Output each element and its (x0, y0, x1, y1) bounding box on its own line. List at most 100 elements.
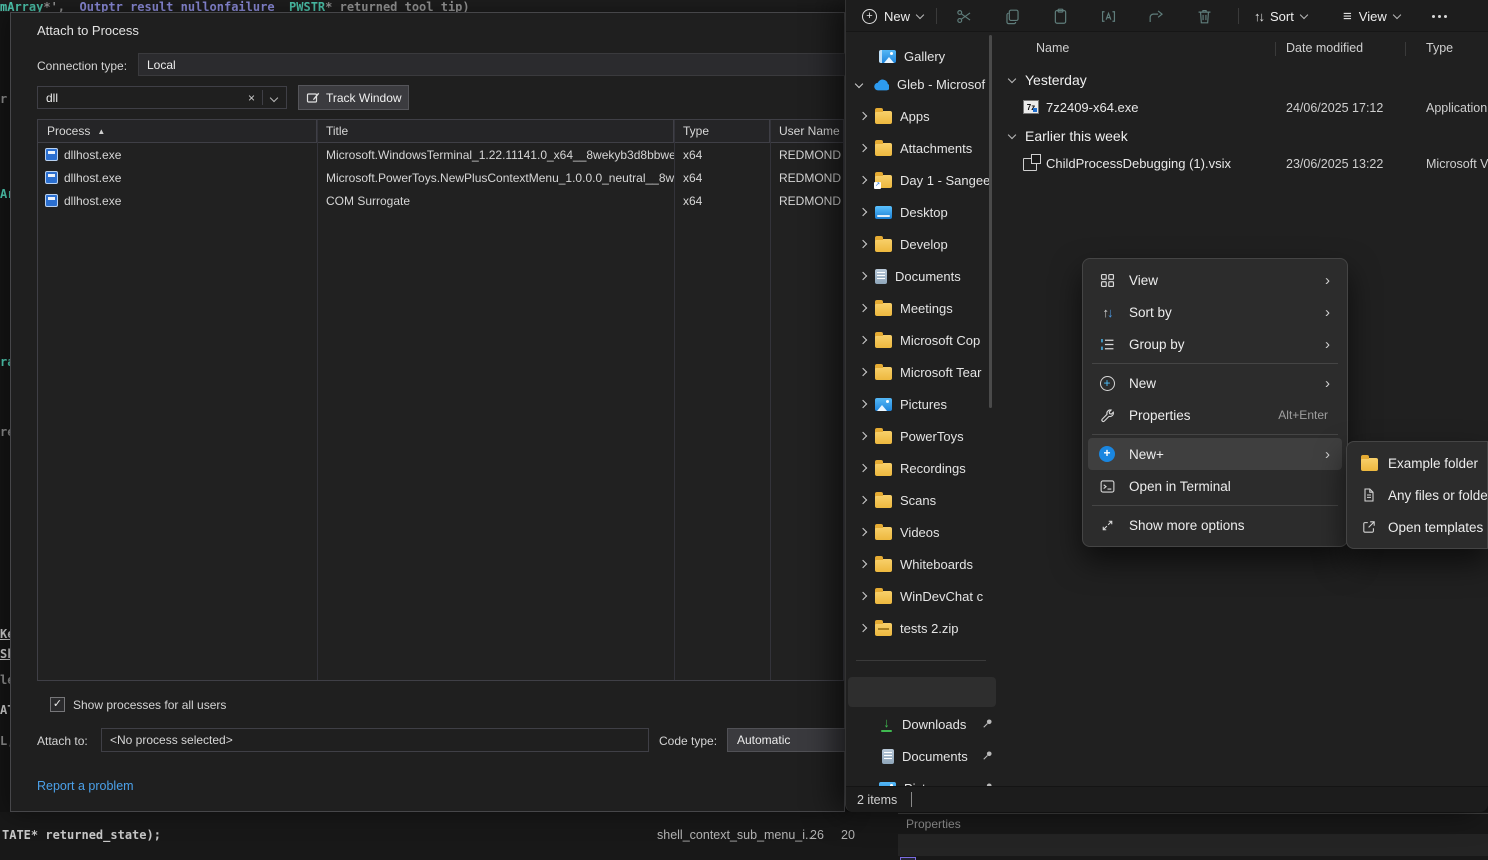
share-button[interactable] (1141, 4, 1171, 28)
chevron-right-icon[interactable] (859, 528, 867, 536)
process-filter-input[interactable]: dll × (37, 86, 287, 109)
column-header-user-name[interactable]: User Name (770, 120, 843, 142)
sidebar-item-label: Develop (900, 237, 948, 252)
show-all-users-checkbox[interactable]: ✓ (50, 697, 65, 712)
more-options-button[interactable] (1424, 3, 1455, 29)
sidebar-item-powertoys[interactable]: PowerToys (846, 420, 1003, 452)
chevron-down-icon[interactable] (855, 80, 863, 88)
chevron-right-icon[interactable] (859, 112, 867, 120)
report-a-problem-link[interactable]: Report a problem (37, 779, 134, 793)
chevron-right-icon: › (1325, 304, 1330, 321)
chevron-right-icon[interactable] (859, 336, 867, 344)
process-row[interactable]: dllhost.exe Microsoft.PowerToys.NewPlusC… (38, 166, 843, 189)
file-type: Application (1426, 101, 1487, 115)
cut-button[interactable] (949, 4, 979, 28)
chevron-right-icon[interactable] (859, 176, 867, 184)
sidebar-item-pictures[interactable]: Pictures (846, 388, 1003, 420)
chevron-right-icon[interactable] (859, 560, 867, 568)
column-header-type[interactable]: Type (674, 120, 770, 142)
group-header-earlier-this-week[interactable]: Earlier this week (1003, 124, 1488, 148)
chevron-right-icon[interactable] (859, 432, 867, 440)
sort-button[interactable]: ↑↓ Sort (1246, 3, 1315, 29)
sidebar-item-pinned-downloads[interactable]: ↓ Downloads (846, 708, 1003, 740)
menu-item-properties[interactable]: Properties Alt+Enter (1088, 399, 1342, 431)
sidebar-item-onedrive[interactable]: Gleb - Microsof (846, 68, 1003, 100)
process-row[interactable]: dllhost.exe COM Surrogate x64 REDMOND (38, 189, 843, 212)
sidebar-item-tests-zip[interactable]: tests 2.zip (846, 612, 1003, 644)
sidebar-item-windevchat[interactable]: WinDevChat c (846, 580, 1003, 612)
new-button[interactable]: + New (854, 3, 931, 29)
chevron-right-icon[interactable] (859, 496, 867, 504)
sidebar-item-whiteboards[interactable]: Whiteboards (846, 548, 1003, 580)
view-button[interactable]: ≡ View (1335, 3, 1408, 29)
sidebar-item-scans[interactable]: Scans (846, 484, 1003, 516)
sidebar-item-pinned-pictures[interactable]: Pictures (846, 772, 1003, 786)
sidebar-item-meetings[interactable]: Meetings (846, 292, 1003, 324)
sidebar-item-apps[interactable]: Apps (846, 100, 1003, 132)
menu-item-show-more-options[interactable]: Show more options (1088, 509, 1342, 541)
sidebar-item-microsoft-teams[interactable]: Microsoft Tear (846, 356, 1003, 388)
code-type-select[interactable]: Automatic (727, 728, 846, 752)
column-header-date-modified[interactable]: Date modified (1286, 41, 1363, 55)
sidebar-item-day1[interactable]: Day 1 - Sangee (846, 164, 1003, 196)
column-header-type[interactable]: Type (1426, 41, 1453, 55)
submenu-item-example-folder[interactable]: Example folder (1352, 447, 1482, 479)
sidebar-item-develop[interactable]: Develop (846, 228, 1003, 260)
folder-icon (875, 143, 892, 156)
terminal-icon (1098, 478, 1116, 495)
menu-item-open-in-terminal[interactable]: Open in Terminal (1088, 470, 1342, 502)
chevron-down-icon[interactable] (1008, 75, 1016, 83)
menu-item-view[interactable]: View › (1088, 264, 1342, 296)
chevron-down-icon[interactable] (1008, 131, 1016, 139)
chevron-right-icon[interactable] (859, 272, 867, 280)
group-header-yesterday[interactable]: Yesterday (1003, 68, 1488, 92)
chevron-right-icon[interactable] (859, 304, 867, 312)
column-header-process[interactable]: Process ▲ (38, 120, 317, 142)
sidebar-item-documents[interactable]: Documents (846, 260, 1003, 292)
file-row-childprocessdebugging[interactable]: ChildProcessDebugging (1).vsix 23/06/202… (1003, 152, 1488, 176)
sidebar-item-videos[interactable]: Videos (846, 516, 1003, 548)
chevron-right-icon[interactable] (859, 592, 867, 600)
clear-filter-icon[interactable]: × (241, 91, 262, 105)
column-header-title[interactable]: Title (317, 120, 674, 142)
process-row[interactable]: dllhost.exe Microsoft.WindowsTerminal_1.… (38, 143, 843, 166)
track-window-button[interactable]: Track Window (298, 85, 409, 110)
chevron-right-icon[interactable] (859, 208, 867, 216)
sidebar-item-pinned-documents[interactable]: Documents (846, 740, 1003, 772)
menu-item-new[interactable]: + New › (1088, 367, 1342, 399)
copy-button[interactable] (997, 4, 1027, 28)
chevron-right-icon[interactable] (859, 368, 867, 376)
rename-button[interactable] (1093, 4, 1123, 28)
column-separator[interactable] (1405, 42, 1406, 56)
submenu-item-open-templates[interactable]: Open templates (1352, 511, 1482, 543)
delete-button[interactable] (1189, 4, 1219, 28)
filter-dropdown-icon[interactable] (270, 93, 278, 101)
column-separator[interactable] (1275, 42, 1276, 56)
sidebar-item-microsoft-copilot[interactable]: Microsoft Cop (846, 324, 1003, 356)
menu-item-label: View (1129, 273, 1158, 288)
background-code-line: mArray*', _Outptr_result_nullonfailure_ … (0, 0, 845, 12)
sidebar-item-attachments[interactable]: Attachments (846, 132, 1003, 164)
column-header-name[interactable]: Name (1036, 41, 1069, 55)
chevron-right-icon[interactable] (859, 400, 867, 408)
menu-item-label: Sort by (1129, 305, 1172, 320)
connection-type-select[interactable]: Local (138, 53, 846, 76)
menu-item-group-by[interactable]: Group by › (1088, 328, 1342, 360)
chevron-right-icon[interactable] (859, 624, 867, 632)
menu-item-sort-by[interactable]: ↑↓ Sort by › (1088, 296, 1342, 328)
paste-button[interactable] (1045, 4, 1075, 28)
attach-to-field[interactable]: <No process selected> (101, 728, 649, 752)
context-menu: View › ↑↓ Sort by › Group by › + New › (1082, 258, 1348, 547)
sidebar-item-recordings[interactable]: Recordings (846, 452, 1003, 484)
chevron-right-icon[interactable] (859, 144, 867, 152)
sidebar-item-label: Recordings (900, 461, 966, 476)
menu-item-new-plus[interactable]: + New+ › (1088, 438, 1342, 470)
menu-shortcut: Alt+Enter (1278, 408, 1328, 422)
file-row-7z2409[interactable]: 7z 7z2409-x64.exe 24/06/2025 17:12 Appli… (1003, 96, 1488, 120)
code-type-value: Automatic (737, 733, 790, 747)
sidebar-item-desktop[interactable]: Desktop (846, 196, 1003, 228)
chevron-right-icon[interactable] (859, 464, 867, 472)
sidebar-scrollbar[interactable] (989, 35, 992, 408)
submenu-item-any-files-or-folders[interactable]: Any files or folde (1352, 479, 1482, 511)
chevron-right-icon[interactable] (859, 240, 867, 248)
